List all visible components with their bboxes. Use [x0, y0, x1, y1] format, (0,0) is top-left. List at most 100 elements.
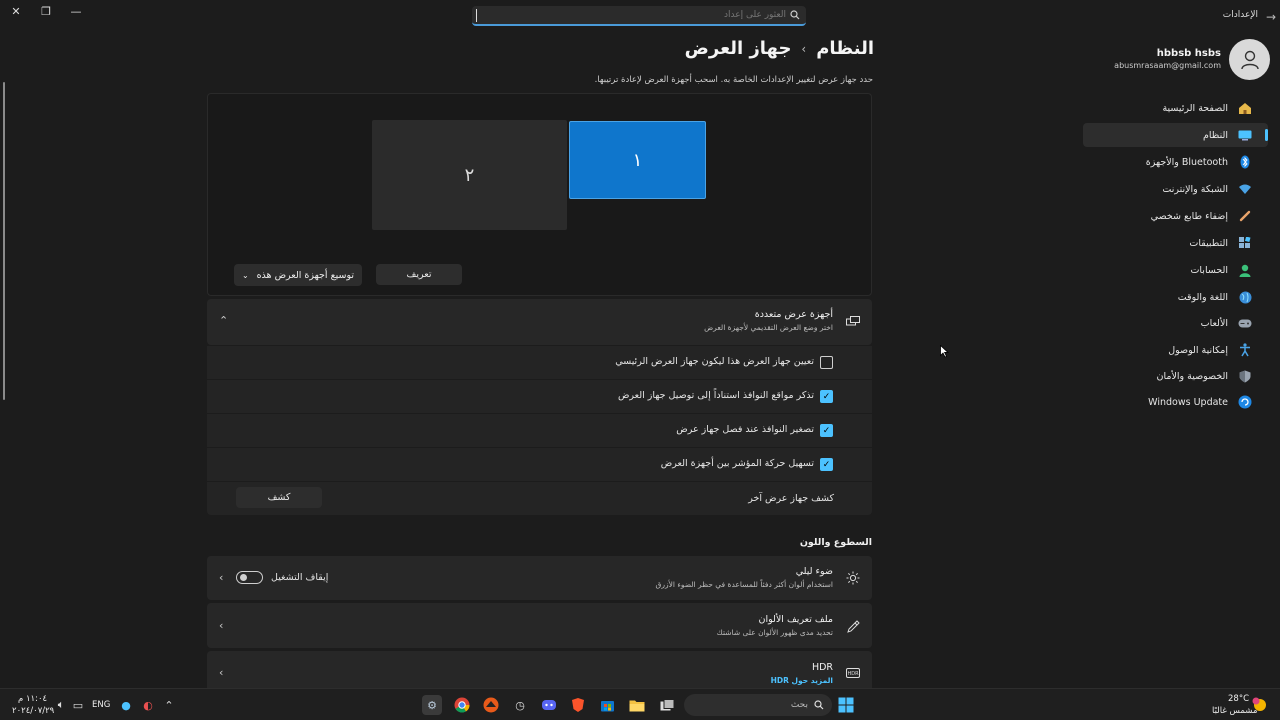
- sidebar-item-label: الصفحة الرئيسية: [1162, 102, 1228, 114]
- bluetooth-icon: [1236, 154, 1254, 170]
- sidebar-item-personalization[interactable]: إضفاء طابع شخصي: [1083, 204, 1268, 228]
- checkbox-label: تسهيل حركة المؤشر بين أجهزة العرض: [660, 458, 814, 469]
- account-email: abusmrasaam@gmail.com: [1114, 61, 1221, 70]
- game-app-icon[interactable]: [481, 695, 501, 715]
- search-input[interactable]: [486, 10, 786, 20]
- file-explorer-icon[interactable]: [627, 695, 647, 715]
- sidebar-item-label: الخصوصية والأمان: [1156, 370, 1228, 382]
- network-icon[interactable]: ▭: [68, 695, 88, 715]
- checkbox-checked[interactable]: ✓: [820, 390, 833, 403]
- sidebar-item-label: Bluetooth والأجهزة: [1145, 156, 1228, 168]
- sidebar-item-accounts[interactable]: الحسابات: [1083, 258, 1268, 282]
- task-view-icon[interactable]: [657, 695, 677, 715]
- chevron-left-icon: ›: [801, 41, 807, 56]
- weather-sun-icon[interactable]: [1250, 695, 1270, 715]
- globe-icon: [1236, 289, 1254, 305]
- sidebar-item-privacy[interactable]: الخصوصية والأمان: [1083, 364, 1268, 388]
- page-description: حدد جهاز عرض لتغيير الإعدادات الخاصة به.…: [594, 75, 873, 85]
- restore-window-button[interactable]: ❐: [32, 2, 60, 20]
- back-arrow-icon[interactable]: →: [1266, 10, 1276, 24]
- breadcrumb-parent[interactable]: النظام: [816, 38, 874, 59]
- card-title: ملف تعريف الألوان: [758, 614, 833, 625]
- shield-icon: [1236, 368, 1254, 384]
- list-item[interactable]: ✓ تذكر مواقع النوافذ استناداً إلى توصيل …: [207, 379, 872, 413]
- sidebar-item-label: الألعاب: [1200, 317, 1228, 329]
- timer-app-icon[interactable]: ◷: [510, 695, 530, 715]
- multiple-displays-header[interactable]: أجهزة عرض متعددة اختر وضع العرض التقديمي…: [207, 299, 872, 345]
- checkbox-checked[interactable]: ✓: [820, 458, 833, 471]
- night-light-toggle[interactable]: [236, 571, 263, 584]
- gamepad-icon: [1236, 315, 1254, 331]
- sidebar-item-label: الشبكة والإنترنت: [1162, 183, 1228, 195]
- section-title: السطوع واللون: [799, 537, 872, 548]
- checkbox[interactable]: [820, 356, 833, 369]
- chevron-left-icon[interactable]: ‹: [219, 666, 223, 679]
- checkbox-checked[interactable]: ✓: [820, 424, 833, 437]
- start-button[interactable]: [836, 695, 856, 715]
- chrome-icon[interactable]: [452, 695, 472, 715]
- sidebar-item-network[interactable]: الشبكة والإنترنت: [1083, 177, 1268, 201]
- sidebar-item-bluetooth[interactable]: Bluetooth والأجهزة: [1083, 150, 1268, 174]
- sidebar-item-gaming[interactable]: الألعاب: [1083, 311, 1268, 335]
- svg-text:HDR: HDR: [847, 671, 859, 677]
- chevron-up-icon[interactable]: ⌃: [159, 695, 179, 715]
- tray-app-icon[interactable]: ◐: [138, 695, 158, 715]
- taskbar-search-label: بحث: [790, 700, 808, 710]
- minimize-window-button[interactable]: —: [62, 2, 90, 20]
- monitor-1-tile[interactable]: ١: [569, 121, 706, 199]
- chevron-up-icon[interactable]: ⌃: [219, 314, 228, 327]
- checkbox-label: تصغير النوافذ عند فصل جهاز عرض: [676, 424, 814, 435]
- language-indicator[interactable]: ENG: [92, 700, 110, 710]
- sidebar-item-windows-update[interactable]: Windows Update: [1083, 390, 1268, 414]
- taskbar: ١١:٠٤ م ٢٠٢٤/٠٧/٢٩ 🔈︎ ▭ ENG ● ◐ ⌃ ⚙ ◷ بح…: [0, 688, 1280, 720]
- store-icon[interactable]: [597, 695, 617, 715]
- mouse-cursor-icon: [940, 345, 949, 358]
- card-title: أجهزة عرض متعددة: [754, 309, 833, 320]
- sidebar-item-label: التطبيقات: [1189, 237, 1228, 249]
- detect-button[interactable]: كشف: [236, 487, 322, 508]
- clock-time[interactable]: ١١:٠٤ م: [18, 694, 47, 704]
- settings-search-box[interactable]: [472, 6, 806, 26]
- breadcrumb: النظام › جهاز العرض: [685, 38, 874, 59]
- clock-date[interactable]: ٢٠٢٤/٠٧/٢٩: [12, 706, 54, 716]
- multiple-displays-icon: [845, 314, 861, 330]
- identify-button[interactable]: تعريف: [376, 264, 462, 285]
- close-window-button[interactable]: ✕: [2, 2, 30, 20]
- settings-app-icon[interactable]: ⚙: [422, 695, 442, 715]
- accessibility-icon: [1236, 342, 1254, 358]
- discord-icon[interactable]: [539, 695, 559, 715]
- list-item[interactable]: ✓ تصغير النوافذ عند فصل جهاز عرض: [207, 413, 872, 447]
- chevron-down-icon: ⌄: [242, 270, 249, 280]
- scrollbar[interactable]: [3, 82, 5, 400]
- chevron-left-icon[interactable]: ‹: [219, 619, 223, 632]
- home-icon: [1236, 100, 1254, 116]
- microphone-icon[interactable]: ●: [116, 695, 136, 715]
- monitor-2-tile[interactable]: ٢: [372, 120, 567, 230]
- checkbox-label: تذكر مواقع النوافذ استناداً إلى توصيل جه…: [617, 390, 814, 401]
- eyedropper-icon: [845, 618, 861, 634]
- sidebar-item-system[interactable]: النظام: [1083, 123, 1268, 147]
- display-mode-dropdown[interactable]: توسيع أجهزة العرض هذه ⌄: [234, 264, 362, 286]
- list-item[interactable]: ✓ تسهيل حركة المؤشر بين أجهزة العرض: [207, 447, 872, 481]
- night-light-card[interactable]: ضوء ليلي استخدام ألوان أكثر دفئاً للمساع…: [207, 556, 872, 600]
- chevron-left-icon[interactable]: ‹: [219, 571, 223, 584]
- sidebar-item-home[interactable]: الصفحة الرئيسية: [1083, 96, 1268, 120]
- brave-icon[interactable]: [568, 695, 588, 715]
- search-icon: [814, 700, 824, 710]
- sidebar-item-time-language[interactable]: اللغة والوقت: [1083, 285, 1268, 309]
- list-item[interactable]: تعيين جهاز العرض هذا ليكون جهاز العرض ال…: [207, 345, 872, 379]
- taskbar-search-box[interactable]: بحث: [684, 694, 832, 716]
- weather-temp[interactable]: 28°C: [1228, 694, 1249, 704]
- avatar[interactable]: [1229, 39, 1270, 80]
- sidebar-item-accessibility[interactable]: إمكانية الوصول: [1083, 338, 1268, 362]
- color-profile-card[interactable]: ملف تعريف الألوان تحديد مدى ظهور الألوان…: [207, 603, 872, 648]
- hdr-card[interactable]: HDR HDR المزيد حول HDR ‹: [207, 651, 872, 688]
- brush-icon: [1236, 208, 1254, 224]
- update-icon: [1236, 394, 1254, 410]
- text-caret: [476, 9, 477, 22]
- search-icon: [790, 10, 800, 20]
- hdr-more-link[interactable]: المزيد حول HDR: [771, 676, 833, 685]
- card-title: ضوء ليلي: [795, 566, 833, 577]
- sidebar-item-label: إضفاء طابع شخصي: [1150, 210, 1228, 222]
- sidebar-item-apps[interactable]: التطبيقات: [1083, 231, 1268, 255]
